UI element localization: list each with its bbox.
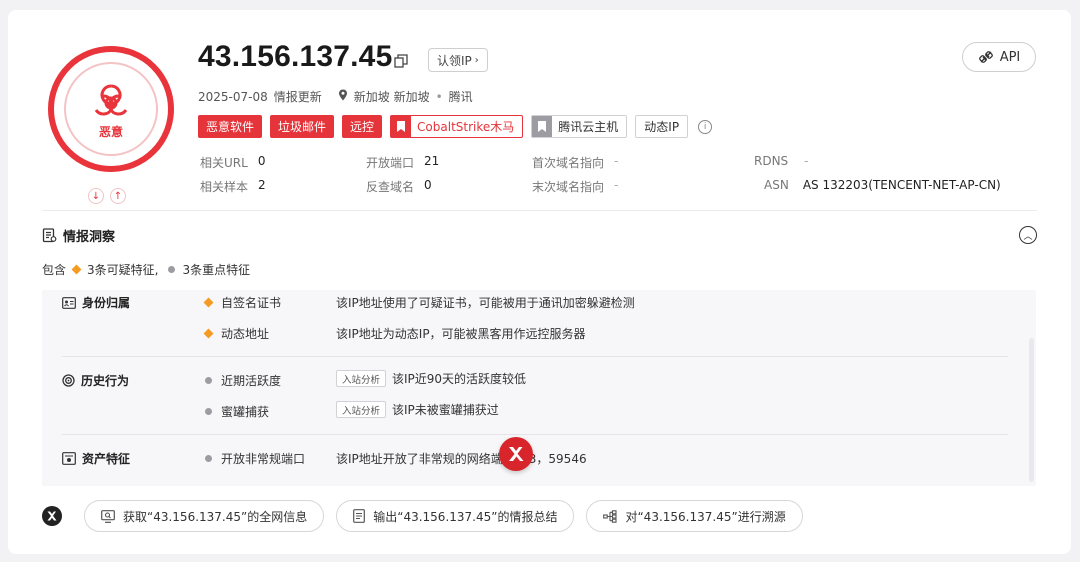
get-all-info-button[interactable]: 获取“43.156.137.45”的全网信息 (84, 500, 325, 532)
stat-asn: ASN AS 132203(TENCENT-NET-AP-CN) (764, 178, 1001, 192)
group-divider (62, 434, 1008, 435)
claim-ip-button[interactable]: 认领IP › (428, 48, 488, 72)
location-text: 新加坡 新加坡 (353, 90, 430, 104)
suspicious-diamond-icon (71, 264, 82, 275)
graph-tree-icon (603, 509, 618, 523)
suspicious-count: 3条可疑特征, (87, 263, 159, 277)
feature-panel: 身份归属 自签名证书 该IP地址使用了可疑证书，可能被用于通讯加密躲避检测 动态… (42, 290, 1036, 486)
feature-desc: 该IP地址开放了非常规的网络端 3，59546 (336, 452, 587, 466)
tag-malware[interactable]: 恶意软件 (198, 115, 263, 138)
scrollbar[interactable] (1029, 338, 1034, 482)
vote-up-button[interactable]: ↑ (110, 188, 126, 204)
tag-row: 恶意软件 垃圾邮件 远控 CobaltStrike木马 腾讯云主机 动态IP i (198, 115, 713, 138)
stat-open-ports: 开放端口 21 (366, 154, 440, 170)
feature-desc: 该IP地址为动态IP，可能被黑客用作远控服务器 (336, 327, 586, 341)
group-history: 历史行为 (62, 372, 129, 389)
stat-rdns: RDNS - (754, 154, 809, 168)
vote-down-button[interactable]: ↓ (88, 188, 104, 204)
key-dot-icon (205, 455, 212, 462)
insight-header: 情报洞察 (42, 226, 115, 245)
suspicious-diamond-icon (203, 297, 214, 308)
feature-desc: 入站分析 该IP未被蜜罐捕获过 (336, 401, 499, 418)
document-icon (353, 509, 366, 523)
key-dot-icon (205, 408, 212, 415)
collapse-chevron-up-icon[interactable]: ︿ (1019, 226, 1037, 244)
isp-text: 腾讯 (448, 90, 473, 104)
ip-detail-card: 恶意 ↓ ↑ 43.156.137.45 认领IP › API 2025-07-… (8, 10, 1071, 554)
monitor-search-icon (101, 509, 115, 523)
feature-desc: 入站分析 该IP近90天的活跃度较低 (336, 370, 526, 387)
stat-reverse-domain: 反查域名 0 (366, 178, 432, 194)
report-icon (42, 228, 57, 243)
meta-line: 2025-07-08 情报更新 新加坡 新加坡 • 腾讯 (198, 89, 473, 104)
stat-first-domain: 首次域名指向 - (532, 154, 619, 170)
suspicious-diamond-icon (203, 328, 214, 339)
feature-item: 蜜罐捕获 (202, 403, 269, 420)
bookmark-icon (391, 116, 412, 137)
feature-item: 自签名证书 (202, 294, 281, 311)
stat-last-domain: 末次域名指向 - (532, 178, 619, 194)
ip-address-title: 43.156.137.45 (198, 40, 393, 73)
inbound-analysis-tag: 入站分析 (336, 370, 387, 387)
group-asset: 资产特征 (62, 450, 130, 467)
verdict-label: 恶意 (98, 124, 123, 139)
update-date: 2025-07-08 (198, 89, 268, 104)
key-count: 3条重点特征 (182, 263, 251, 277)
ai-assistant-icon[interactable] (42, 506, 62, 526)
feature-desc: 该IP地址使用了可疑证书，可能被用于通讯加密躲避检测 (336, 296, 635, 310)
stat-related-url: 相关URL 0 (200, 154, 266, 170)
tag-dynamic-ip[interactable]: 动态IP (635, 115, 689, 138)
tag-remote-control[interactable]: 远控 (342, 115, 383, 138)
info-icon[interactable]: i (698, 119, 713, 134)
tag-spam[interactable]: 垃圾邮件 (270, 115, 335, 138)
key-dot-icon (205, 377, 212, 384)
target-icon (62, 374, 75, 387)
feature-item: 开放非常规端口 (202, 450, 305, 467)
feature-item: 动态地址 (202, 325, 269, 342)
chevron-right-icon: › (474, 54, 479, 66)
link-icon (978, 51, 993, 63)
key-dot-icon (168, 266, 176, 273)
trace-source-button[interactable]: 对“43.156.137.45”进行溯源 (586, 500, 803, 532)
stat-related-sample: 相关样本 2 (200, 178, 266, 194)
location-pin-icon (338, 89, 348, 104)
update-label: 情报更新 (273, 90, 322, 104)
insight-summary: 包含 3条可疑特征, 3条重点特征 (42, 263, 251, 277)
copy-icon[interactable] (394, 54, 408, 68)
ai-actions-bar: 获取“43.156.137.45”的全网信息 输出“43.156.137.45”… (42, 500, 803, 532)
insight-title: 情报洞察 (63, 230, 116, 245)
asset-icon (62, 452, 76, 465)
id-card-icon (62, 296, 76, 309)
api-button[interactable]: API (962, 42, 1036, 72)
bookmark-icon (532, 116, 553, 137)
inbound-analysis-tag: 入站分析 (336, 401, 387, 418)
close-x-fab[interactable] (499, 437, 533, 471)
verdict-badge: 恶意 (48, 46, 180, 178)
biohazard-icon (94, 84, 128, 115)
export-summary-button[interactable]: 输出“43.156.137.45”的情报总结 (336, 500, 575, 532)
group-divider (62, 356, 1008, 357)
x-logo-icon (509, 447, 524, 461)
tag-cobaltstrike[interactable]: CobaltStrike木马 (390, 115, 524, 138)
divider (42, 210, 1037, 211)
feature-item: 近期活跃度 (202, 372, 281, 389)
group-identity: 身份归属 (62, 294, 130, 311)
tag-tencent-cloud[interactable]: 腾讯云主机 (531, 115, 628, 138)
